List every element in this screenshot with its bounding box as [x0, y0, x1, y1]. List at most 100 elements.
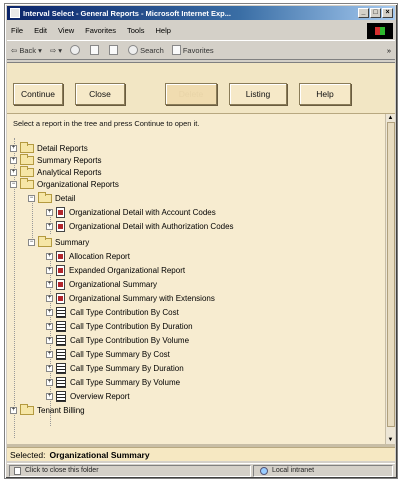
menu-bar: File Edit View Favorites Tools Help — [7, 22, 395, 39]
tree-node-summary-reports[interactable]: + Summary Reports — [10, 153, 101, 166]
folder-icon — [20, 153, 34, 165]
close-button[interactable]: Close — [75, 83, 125, 105]
tree-leaf-ct-summary-cost[interactable]: + Call Type Summary By Cost — [46, 348, 170, 360]
expand-icon[interactable]: + — [10, 156, 17, 164]
menu-view[interactable]: View — [58, 26, 74, 35]
status-zone-panel: Local intranet — [253, 464, 393, 477]
expand-icon[interactable]: + — [46, 392, 53, 400]
expand-icon[interactable]: + — [46, 336, 53, 344]
collapse-icon[interactable]: − — [28, 194, 35, 202]
chevron-down-icon: ▾ — [36, 45, 42, 55]
expand-icon[interactable]: + — [46, 252, 53, 260]
chart-report-icon — [56, 348, 66, 360]
expand-icon[interactable]: + — [46, 280, 53, 288]
favorites-label: Favorites — [182, 45, 214, 55]
back-arrow-icon: ⇦ — [11, 45, 20, 55]
tree-node-label: Call Type Contribution By Cost — [70, 307, 179, 317]
back-button[interactable]: ⇦ Back ▾ — [11, 46, 42, 55]
status-bar: Click to close this folder Local intrane… — [7, 463, 395, 477]
close-window-button[interactable]: × — [382, 8, 393, 18]
menu-favorites[interactable]: Favorites — [85, 26, 116, 35]
stop-button[interactable] — [70, 45, 82, 55]
tree-node-label: Tenant Billing — [37, 405, 85, 415]
expand-icon[interactable]: + — [46, 208, 53, 216]
tree-leaf-ct-summary-volume[interactable]: + Call Type Summary By Volume — [46, 376, 180, 388]
tree-leaf-ct-summary-duration[interactable]: + Call Type Summary By Duration — [46, 362, 184, 374]
tree-node-detail-reports[interactable]: + Detail Reports — [10, 141, 88, 154]
tree-leaf-org-detail-auth[interactable]: + Organizational Detail with Authorizati… — [46, 220, 234, 232]
expand-icon[interactable]: + — [46, 350, 53, 358]
refresh-button[interactable] — [90, 45, 101, 55]
report-button-bar: Continue Close Delete Listing Help — [7, 62, 395, 114]
search-button[interactable]: Search — [128, 45, 164, 55]
expand-icon[interactable]: + — [46, 294, 53, 302]
tree-leaf-ct-contrib-duration[interactable]: + Call Type Contribution By Duration — [46, 320, 193, 332]
tree-leaf-ct-contrib-cost[interactable]: + Call Type Contribution By Cost — [46, 306, 179, 318]
expand-icon[interactable]: + — [10, 144, 17, 152]
menu-file[interactable]: File — [11, 26, 23, 35]
tree-leaf-org-summary[interactable]: + Organizational Summary — [46, 278, 157, 290]
tree-leaf-expanded-org-report[interactable]: + Expanded Organizational Report — [46, 264, 185, 276]
tree-node-detail[interactable]: − Detail — [28, 191, 76, 204]
browser-toolbar: ⇦ Back ▾ ⇨ ▾ Search Favorites » — [7, 40, 395, 60]
favorites-button[interactable]: Favorites — [171, 45, 214, 55]
windows-logo-icon — [367, 23, 393, 39]
scroll-down-icon[interactable]: ▼ — [386, 436, 395, 444]
open-folder-icon — [38, 191, 52, 203]
tree-node-tenant-billing[interactable]: + Tenant Billing — [10, 403, 85, 416]
tree-node-label: Detail — [55, 193, 76, 203]
ie-app-icon — [10, 8, 20, 18]
forward-button[interactable]: ⇨ ▾ — [50, 46, 62, 55]
tree-node-label: Allocation Report — [69, 251, 130, 261]
tree-node-summary[interactable]: − Summary — [28, 235, 90, 248]
chart-report-icon — [56, 362, 66, 374]
expand-icon[interactable]: + — [46, 378, 53, 386]
tree-node-analytical-reports[interactable]: + Analytical Reports — [10, 165, 102, 178]
forward-arrow-icon: ⇨ ▾ — [49, 45, 63, 55]
tree-node-label: Detail Reports — [37, 143, 88, 153]
expand-icon[interactable]: + — [10, 168, 17, 176]
expand-icon[interactable]: + — [46, 222, 53, 230]
help-button[interactable]: Help — [299, 83, 351, 105]
window-title: Interval Select - General Reports - Micr… — [23, 8, 231, 18]
expand-icon[interactable]: + — [46, 364, 53, 372]
expand-icon[interactable]: + — [46, 266, 53, 274]
listing-button[interactable]: Listing — [229, 83, 287, 105]
minimize-button[interactable]: _ — [358, 8, 369, 18]
tree-leaf-allocation-report[interactable]: + Allocation Report — [46, 250, 130, 262]
menu-help[interactable]: Help — [156, 26, 171, 35]
selection-bar: Selected: Organizational Summary — [7, 447, 395, 461]
tree-leaf-org-detail-account[interactable]: + Organizational Detail with Account Cod… — [46, 206, 216, 218]
scrollbar-thumb[interactable] — [387, 122, 395, 427]
expand-icon[interactable]: + — [46, 322, 53, 330]
toolbar-overflow-icon[interactable]: » — [387, 46, 391, 55]
open-folder-icon — [20, 177, 34, 189]
favorites-icon — [171, 45, 181, 55]
expand-icon[interactable]: + — [10, 406, 17, 414]
home-button[interactable] — [109, 45, 120, 55]
title-bar: Interval Select - General Reports - Micr… — [7, 6, 395, 20]
expand-icon[interactable]: + — [46, 308, 53, 316]
tree-node-label: Analytical Reports — [37, 167, 102, 177]
menu-edit[interactable]: Edit — [34, 26, 47, 35]
tree-leaf-ct-contrib-volume[interactable]: + Call Type Contribution By Volume — [46, 334, 189, 346]
tree-node-organizational-reports[interactable]: − Organizational Reports — [10, 177, 119, 190]
continue-button[interactable]: Continue — [13, 83, 63, 105]
selection-label: Selected: — [10, 449, 46, 460]
report-icon — [56, 278, 65, 290]
tree-node-label: Summary — [55, 237, 90, 247]
search-icon — [128, 45, 139, 55]
tree-leaf-org-summary-ext[interactable]: + Organizational Summary with Extensions — [46, 292, 215, 304]
open-folder-icon — [38, 235, 52, 247]
tree-node-label: Call Type Summary By Volume — [70, 377, 181, 387]
maximize-button[interactable]: □ — [370, 8, 381, 18]
instruction-text: Select a report in the tree and press Co… — [13, 119, 200, 128]
menu-tools[interactable]: Tools — [127, 26, 145, 35]
folder-icon — [20, 165, 34, 177]
scroll-up-icon[interactable]: ▲ — [386, 114, 395, 122]
collapse-icon[interactable]: − — [10, 180, 17, 188]
report-tree-pane: Select a report in the tree and press Co… — [7, 114, 385, 444]
collapse-icon[interactable]: − — [28, 238, 35, 246]
vertical-scrollbar[interactable]: ▲ ▼ — [385, 114, 395, 444]
tree-leaf-overview-report[interactable]: + Overview Report — [46, 390, 130, 402]
